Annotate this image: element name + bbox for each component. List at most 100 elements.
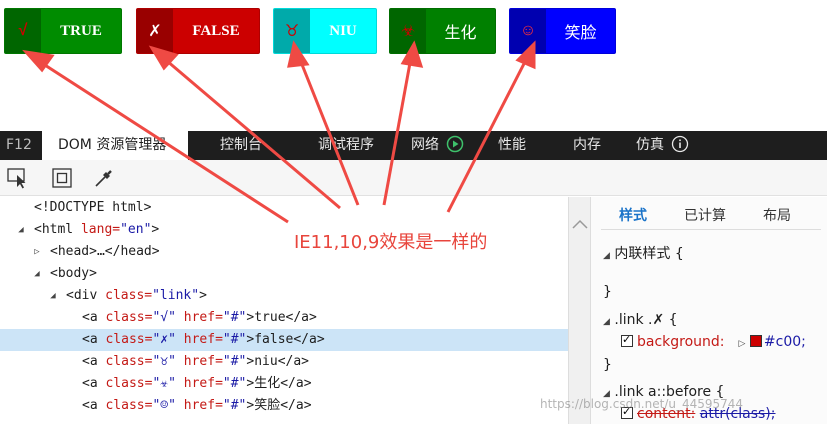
biohazard-label: 生化	[444, 23, 477, 42]
a-tag-open: <a	[82, 332, 106, 347]
tab-styles[interactable]: 样式	[619, 205, 647, 225]
smiley-label: 笑脸	[564, 23, 597, 42]
tab-debugger[interactable]: 调试程序	[318, 131, 374, 160]
a-tag-open: <a	[82, 354, 106, 369]
div-tag-close: >	[199, 288, 207, 303]
niu-demo-button[interactable]: ♉ NIU	[273, 8, 377, 54]
tab-emulation-label: 仿真	[636, 137, 664, 153]
a-href-attr: href=	[175, 354, 223, 369]
dom-scrollbar[interactable]	[568, 197, 590, 424]
checkbox[interactable]	[621, 333, 633, 347]
tab-network[interactable]: 网络	[411, 131, 464, 160]
a-class-attr: class=	[105, 332, 153, 347]
annotation-text: IE11,10,9效果是一样的	[294, 232, 488, 253]
a-class-attr: class=	[105, 310, 153, 325]
rule-link-cross[interactable]: ◢ .link .✗ {	[603, 312, 678, 328]
tab-dom-explorer[interactable]: DOM 资源管理器	[42, 131, 188, 160]
dom-node-a-smiley[interactable]: <a class="☺" href="#">笑脸</a>	[0, 395, 568, 417]
tab-network-label: 网络	[411, 137, 439, 153]
head-text: <head>…</head>	[50, 244, 160, 259]
dom-node-a-biohazard[interactable]: <a class="☣" href="#">生化</a>	[0, 373, 568, 395]
a-tag-open: <a	[82, 376, 106, 391]
niu-label: NIU	[329, 22, 357, 39]
div-attr-name: class=	[105, 288, 153, 303]
color-swatch[interactable]	[749, 335, 762, 347]
html-tag-open: <html	[34, 222, 81, 237]
tab-performance[interactable]: 性能	[498, 131, 526, 160]
inline-style-rule[interactable]: ◢ 内联样式 {	[603, 243, 684, 263]
a-href-value: "#"	[222, 376, 247, 391]
div-attr-value: "link"	[152, 288, 200, 303]
true-demo-button[interactable]: √ TRUE	[4, 8, 122, 54]
collapse-arrow-icon[interactable]: ◢	[48, 285, 58, 307]
a-class-value: "√"	[152, 310, 176, 325]
a-class-attr: class=	[105, 398, 153, 413]
false-demo-button[interactable]: ✗ FALSE	[136, 8, 260, 54]
html-attr-name: lang=	[80, 222, 121, 237]
tab-emulation[interactable]: 仿真	[636, 131, 689, 160]
chevron-up-icon[interactable]	[570, 217, 590, 231]
info-icon	[672, 135, 689, 153]
tab-layout[interactable]: 布局	[763, 205, 791, 225]
f12-label: F12	[6, 137, 32, 153]
select-element-icon[interactable]	[6, 166, 30, 190]
rule1-selector: .link .✗ {	[614, 312, 678, 328]
a-href-attr: href=	[175, 332, 223, 347]
a-href-value: "#"	[222, 354, 247, 369]
a-class-value: "☣"	[152, 376, 176, 391]
a-class-value: "♉"	[152, 354, 176, 369]
devtools-tab-bar: F12 DOM 资源管理器 控制台 调试程序 网络 性能 内存 仿真	[0, 131, 827, 160]
a-tag-close: </a>	[285, 310, 317, 325]
a-tag-open: <a	[82, 310, 106, 325]
body-text: <body>	[50, 266, 97, 281]
div-tag-open: <div	[66, 288, 106, 303]
inline-style-label: 内联样式 {	[614, 246, 684, 262]
doctype-text: <!DOCTYPE html>	[34, 200, 152, 215]
color-picker-icon[interactable]	[92, 166, 116, 190]
record-play-icon	[447, 135, 464, 153]
watermark: https://blog.csdn.net/u_44595744	[540, 397, 744, 411]
collapse-arrow-icon[interactable]: ◢	[16, 219, 26, 241]
collapse-arrow-icon[interactable]: ◢	[32, 263, 42, 285]
false-label: FALSE	[192, 22, 240, 39]
a-text: niu	[254, 354, 278, 369]
a-text: 笑脸	[254, 398, 281, 413]
tab-computed[interactable]: 已计算	[684, 205, 726, 225]
a-text: false	[254, 332, 294, 347]
a-href-attr: href=	[175, 398, 223, 413]
smiley-icon: ☺	[510, 9, 546, 53]
expand-arrow-icon[interactable]: ▷	[32, 241, 42, 263]
a-class-attr: class=	[105, 354, 153, 369]
tab-console[interactable]: 控制台	[220, 131, 262, 160]
a-class-attr: class=	[105, 376, 153, 391]
biohazard-icon: ☣	[390, 9, 426, 53]
a-href-attr: href=	[175, 310, 223, 325]
tab-memory[interactable]: 内存	[573, 131, 601, 160]
highlight-box-icon[interactable]	[50, 166, 74, 190]
dom-node-body[interactable]: ◢ <body>	[0, 263, 568, 285]
dom-node-a-true[interactable]: <a class="√" href="#">true</a>	[0, 307, 568, 329]
rule1-value: #c00;	[763, 334, 806, 350]
cross-icon: ✗	[137, 9, 173, 53]
dom-node-doctype[interactable]: <!DOCTYPE html>	[0, 197, 568, 219]
rule1-property: background:	[637, 334, 725, 350]
check-icon: √	[5, 9, 41, 53]
dom-node-a-false[interactable]: <a class="✗" href="#">false</a>	[0, 329, 568, 351]
a-text: true	[254, 310, 286, 325]
a-tag-open: <a	[82, 398, 106, 413]
a-href-value: "#"	[222, 398, 247, 413]
a-href-value: "#"	[222, 310, 247, 325]
inline-style-close: }	[603, 284, 612, 300]
a-tag-close: </a>	[277, 354, 310, 369]
a-class-value: "☺"	[152, 398, 176, 413]
dom-node-div[interactable]: ◢ <div class="link">	[0, 285, 568, 307]
rule1-declaration[interactable]: background:▷ #c00;	[621, 333, 806, 350]
smiley-demo-button[interactable]: ☺ 笑脸	[509, 8, 616, 54]
dom-node-a-niu[interactable]: <a class="♉" href="#">niu</a>	[0, 351, 568, 373]
a-tag-close: </a>	[280, 376, 312, 391]
a-tag-close: </a>	[280, 398, 312, 413]
html-tag-close: >	[151, 222, 160, 237]
a-tag-close: </a>	[293, 332, 325, 347]
a-href-value: "#"	[222, 332, 247, 347]
biohazard-demo-button[interactable]: ☣ 生化	[389, 8, 496, 54]
